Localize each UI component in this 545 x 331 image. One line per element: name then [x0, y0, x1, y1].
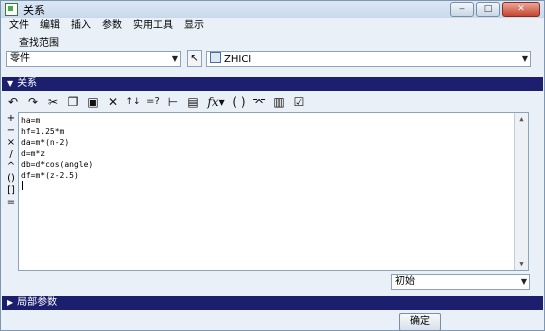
relation-line[interactable]: da=m*(n-2): [21, 137, 69, 148]
relations-panel-title: 关系: [17, 78, 38, 89]
title-bar: 关系 ‒ □ ✕: [1, 1, 544, 18]
copy-icon[interactable]: ❐: [64, 93, 82, 111]
model-icon: [210, 52, 221, 63]
operator-sidebar: + − × / ^ () [] =: [6, 113, 16, 209]
menu-insert[interactable]: 插入: [71, 19, 91, 33]
menu-edit[interactable]: 编辑: [40, 19, 60, 33]
relation-line[interactable]: db=d*cos(angle): [21, 159, 93, 170]
cut-icon[interactable]: ✂: [44, 93, 62, 111]
delete-icon[interactable]: ✕: [104, 93, 122, 111]
menu-bar: 文件 编辑 插入 参数 实用工具 显示: [1, 19, 215, 33]
select-pointer-button[interactable]: ↖: [187, 50, 202, 67]
pointer-icon: ↖: [190, 53, 199, 64]
chevron-down-icon: ▼: [521, 54, 528, 63]
sort-order-select[interactable]: 初始 ▼: [391, 274, 530, 290]
scroll-down-icon[interactable]: ▼: [515, 258, 528, 270]
ok-button[interactable]: 确定: [399, 313, 441, 331]
verify-relations-icon[interactable]: ☑: [290, 93, 308, 111]
relations-window: 关系 ‒ □ ✕ 文件 编辑 插入 参数 实用工具 显示 查找范围 零件 ▼ ↖…: [0, 0, 545, 331]
undo-icon[interactable]: ↶: [4, 93, 22, 111]
relation-line[interactable]: d=m*z: [21, 148, 45, 159]
local-parameters-header[interactable]: ▶ 局部参数: [2, 296, 543, 310]
insert-function-icon[interactable]: fx▾: [204, 93, 228, 111]
local-parameters-label: 局部参数: [17, 297, 58, 308]
relation-line[interactable]: hf=1.25*m: [21, 126, 64, 137]
chevron-down-icon: ▼: [171, 54, 178, 63]
minimize-button[interactable]: ‒: [450, 2, 474, 17]
redo-icon[interactable]: ↷: [24, 93, 42, 111]
menu-file[interactable]: 文件: [9, 19, 29, 33]
multiply-operator-button[interactable]: ×: [6, 137, 16, 149]
insert-parentheses-icon[interactable]: ( ): [230, 93, 248, 111]
evaluate-icon[interactable]: =?: [144, 93, 162, 111]
window-controls: ‒ □ ✕: [450, 2, 540, 17]
maximize-button[interactable]: □: [476, 2, 500, 17]
app-icon: [5, 3, 18, 16]
brackets-operator-button[interactable]: []: [6, 185, 16, 197]
close-button[interactable]: ✕: [502, 2, 540, 17]
window-title: 关系: [23, 3, 45, 17]
unit-sensitive-icon[interactable]: ⌤: [250, 93, 268, 111]
divide-operator-button[interactable]: /: [6, 149, 16, 161]
parentheses-operator-button[interactable]: (): [6, 173, 16, 185]
scope-label: 查找范围: [19, 38, 59, 49]
paste-icon[interactable]: ▣: [84, 93, 102, 111]
relation-line[interactable]: df=m*(z-2.5): [21, 170, 79, 181]
menu-display[interactable]: 显示: [184, 19, 204, 33]
sort-relations-icon[interactable]: ▥: [270, 93, 288, 111]
relations-toolbar: ↶ ↷ ✂ ❐ ▣ ✕ ↑↓ =? ⊢ ▤ fx▾ ( ) ⌤ ▥ ☑: [4, 92, 310, 112]
insert-parameter-icon[interactable]: ▤: [184, 93, 202, 111]
vertical-scrollbar[interactable]: ▲ ▼: [514, 113, 528, 270]
relation-line[interactable]: ha=m: [21, 115, 40, 126]
plus-operator-button[interactable]: +: [6, 113, 16, 125]
relations-editor[interactable]: ha=m hf=1.25*m da=m*(n-2) d=m*z db=d*cos…: [18, 112, 529, 271]
scope-type-value: 零件: [10, 53, 30, 64]
relations-panel-header[interactable]: ▼ 关系: [2, 77, 543, 91]
model-value: ZHICI: [224, 54, 252, 65]
scroll-up-icon[interactable]: ▲: [515, 113, 528, 125]
chevron-down-icon: ▼: [520, 277, 527, 286]
equals-operator-button[interactable]: =: [6, 197, 16, 209]
minus-operator-button[interactable]: −: [6, 125, 16, 137]
switch-dimensions-icon[interactable]: ↑↓: [124, 93, 142, 111]
collapse-triangle-icon: ▼: [7, 79, 14, 88]
expand-triangle-icon: ▶: [7, 298, 14, 307]
sort-order-value: 初始: [395, 276, 415, 287]
show-dimension-icon[interactable]: ⊢: [164, 93, 182, 111]
text-caret: [22, 181, 23, 190]
model-select[interactable]: ZHICI ▼: [206, 51, 531, 67]
scope-type-select[interactable]: 零件 ▼: [6, 51, 181, 67]
power-operator-button[interactable]: ^: [6, 161, 16, 173]
menu-utilities[interactable]: 实用工具: [133, 19, 173, 33]
menu-parameters[interactable]: 参数: [102, 19, 122, 33]
